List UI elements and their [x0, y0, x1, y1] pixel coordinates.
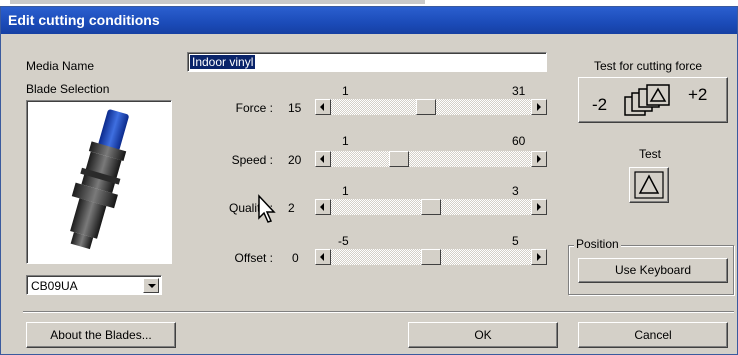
force-label: Force :	[235, 101, 273, 115]
dialog-window: Edit cutting conditions Media Name Indoo…	[0, 6, 738, 355]
quality-decrease-button[interactable]	[315, 199, 331, 215]
offset-slider[interactable]	[315, 249, 547, 265]
triangle-icon	[634, 171, 664, 199]
force-max: 31	[512, 84, 526, 98]
blade-selection-label: Blade Selection	[26, 82, 110, 96]
cutting-force-test-label: Test for cutting force	[594, 59, 703, 73]
quality-value: 2	[288, 201, 295, 215]
media-name-value[interactable]: Indoor vinyl	[190, 55, 256, 69]
quality-increase-button[interactable]	[531, 199, 547, 215]
force-slider[interactable]	[315, 99, 547, 115]
title-bar[interactable]: Edit cutting conditions	[1, 7, 737, 34]
speed-slider[interactable]	[315, 151, 547, 167]
quality-max: 3	[512, 184, 519, 198]
force-plus-label: +2	[688, 85, 708, 104]
cancel-button[interactable]: Cancel	[578, 322, 728, 348]
test-label: Test	[639, 147, 662, 161]
chevron-down-icon[interactable]	[143, 278, 159, 293]
force-min: 1	[342, 84, 349, 98]
mouse-cursor-icon	[258, 194, 276, 223]
offset-decrease-button[interactable]	[315, 249, 331, 265]
use-keyboard-button[interactable]: Use Keyboard	[578, 258, 728, 283]
speed-slider-thumb[interactable]	[389, 151, 409, 167]
speed-decrease-button[interactable]	[315, 151, 331, 167]
stacked-triangle-icon	[624, 84, 670, 116]
speed-label: Speed :	[231, 153, 273, 167]
ok-button[interactable]: OK	[408, 322, 558, 348]
speed-max: 60	[512, 134, 526, 148]
cutting-force-test-button[interactable]: -2 +2	[578, 77, 728, 123]
offset-increase-button[interactable]	[531, 249, 547, 265]
force-increase-button[interactable]	[531, 99, 547, 115]
blade-select-value: CB09UA	[31, 279, 78, 293]
offset-label: Offset :	[234, 251, 273, 265]
offset-slider-thumb[interactable]	[421, 249, 441, 265]
speed-min: 1	[342, 134, 349, 148]
media-name-label: Media Name	[26, 59, 95, 73]
speed-increase-button[interactable]	[531, 151, 547, 167]
test-button[interactable]	[629, 167, 669, 203]
background-bar	[10, 0, 425, 4]
about-blades-button[interactable]: About the Blades...	[26, 322, 176, 348]
offset-value: 0	[292, 251, 299, 265]
media-name-input[interactable]: Indoor vinyl	[187, 52, 547, 72]
speed-value: 20	[288, 153, 302, 167]
quality-slider-thumb[interactable]	[421, 199, 441, 215]
offset-min: -5	[338, 234, 349, 248]
offset-max: 5	[512, 234, 519, 248]
blade-image	[26, 100, 172, 264]
quality-slider[interactable]	[315, 199, 547, 215]
separator	[23, 311, 734, 313]
window-title: Edit cutting conditions	[8, 12, 160, 28]
force-decrease-button[interactable]	[315, 99, 331, 115]
blade-holder-icon	[70, 109, 129, 250]
quality-min: 1	[342, 184, 349, 198]
force-minus-label: -2	[592, 95, 608, 114]
position-legend: Position	[574, 237, 621, 251]
force-value: 15	[288, 101, 302, 115]
force-slider-thumb[interactable]	[416, 99, 436, 115]
blade-select[interactable]: CB09UA	[26, 275, 162, 295]
